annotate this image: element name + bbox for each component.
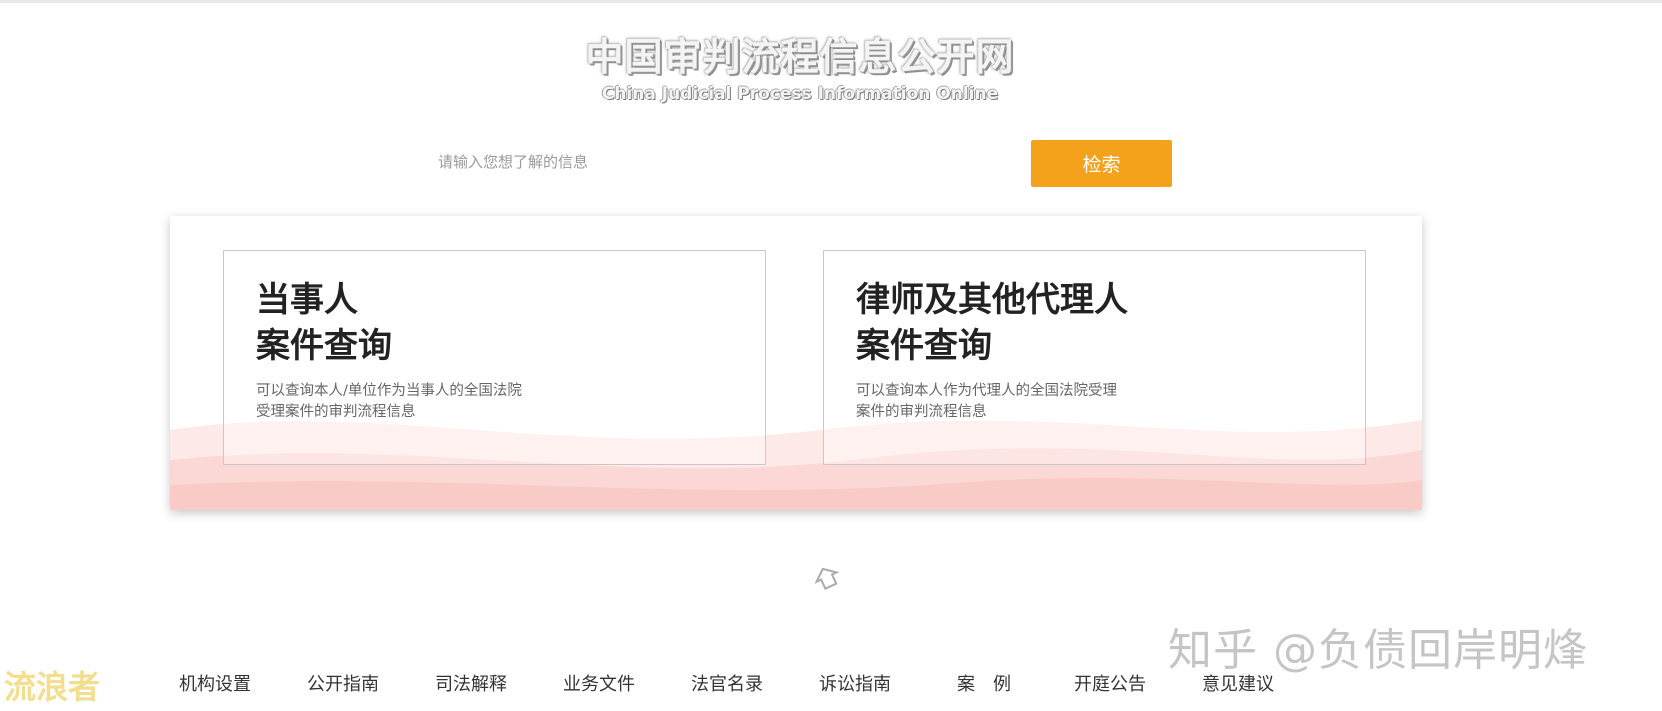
footer-link-cases[interactable]: 案 例 — [957, 670, 1011, 696]
search-input[interactable] — [428, 142, 1028, 182]
search-button[interactable]: 检索 — [1031, 140, 1172, 187]
card-description: 可以查询本人/单位作为当事人的全国法院 受理案件的审判流程信息 — [256, 383, 522, 420]
footer-link-hearing-notices[interactable]: 开庭公告 — [1074, 670, 1146, 696]
footer-nav: 机构设置 公开指南 司法解释 业务文件 法官名录 诉讼指南 案 例 开庭公告 意… — [0, 670, 1662, 700]
footer-link-judge-directory[interactable]: 法官名录 — [691, 670, 763, 696]
arrow-icon[interactable] — [812, 565, 842, 591]
party-case-query-card[interactable]: 当事人 案件查询 可以查询本人/单位作为当事人的全国法院 受理案件的审判流程信息 — [223, 250, 766, 465]
site-logo-english: China Judicial Process Information Onlin… — [601, 84, 999, 104]
footer-link-judicial-interpretation[interactable]: 司法解释 — [435, 670, 507, 696]
site-logo-chinese: 中国审判流程信息公开网 — [585, 35, 1015, 79]
footer-link-disclosure-guide[interactable]: 公开指南 — [307, 670, 379, 696]
top-divider — [0, 0, 1662, 3]
footer-link-litigation-guide[interactable]: 诉讼指南 — [819, 670, 891, 696]
card-title: 当事人 案件查询 — [256, 280, 392, 366]
footer-link-institutions[interactable]: 机构设置 — [179, 670, 251, 696]
footer-link-business-documents[interactable]: 业务文件 — [563, 670, 635, 696]
footer-link-feedback[interactable]: 意见建议 — [1202, 670, 1274, 696]
zhihu-watermark: 知乎 @负债回岸明烽 — [1168, 625, 1588, 676]
card-description: 可以查询本人作为代理人的全国法院受理 案件的审判流程信息 — [856, 383, 1117, 420]
site-logo[interactable]: 中国审判流程信息公开网 China Judicial Process Infor… — [560, 34, 1040, 106]
card-title: 律师及其他代理人 案件查询 — [856, 280, 1128, 366]
lawyer-case-query-card[interactable]: 律师及其他代理人 案件查询 可以查询本人作为代理人的全国法院受理 案件的审判流程… — [823, 250, 1366, 465]
query-panel: 当事人 案件查询 可以查询本人/单位作为当事人的全国法院 受理案件的审判流程信息… — [170, 216, 1422, 510]
